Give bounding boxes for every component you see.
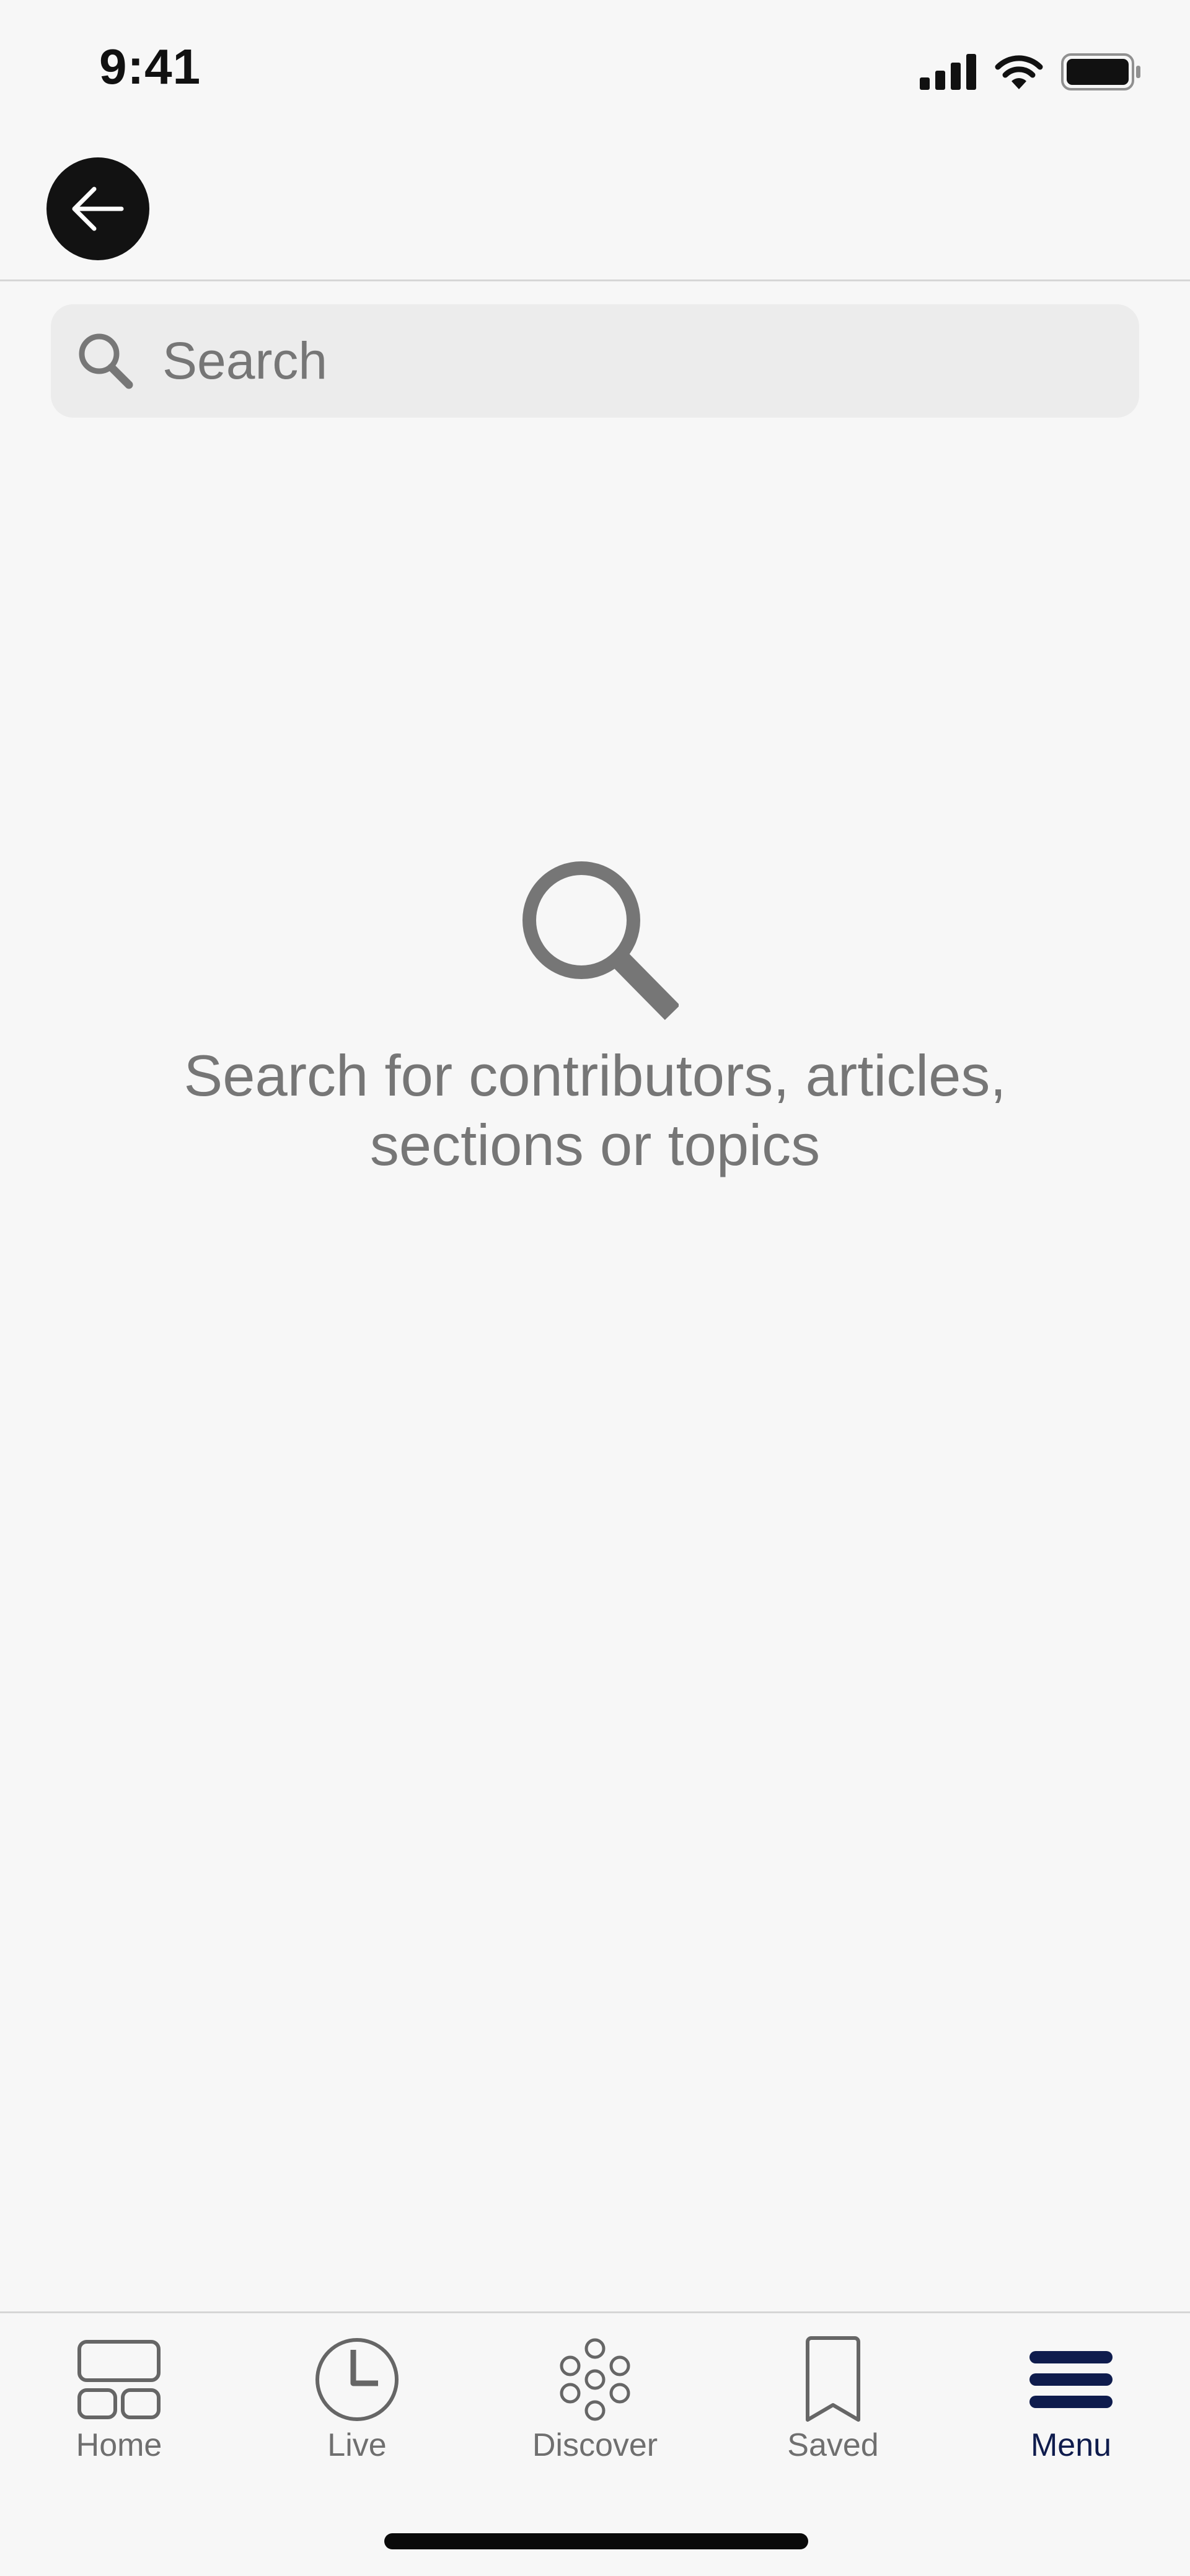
empty-state-line-2: sections or topics	[369, 1112, 821, 1177]
status-bar: 9:41	[0, 0, 1190, 130]
empty-state: Search for contributors, articles, secti…	[0, 855, 1190, 1180]
tab-label-live: Live	[327, 2427, 387, 2463]
empty-state-line-1: Search for contributors, articles,	[183, 1043, 1007, 1108]
bookmark-icon	[806, 2336, 860, 2422]
status-time: 9:41	[99, 39, 201, 94]
back-button[interactable]	[46, 157, 149, 260]
home-grid-icon	[77, 2340, 161, 2419]
tab-discover[interactable]: Discover	[476, 2313, 714, 2499]
menu-bars-icon	[1029, 2351, 1113, 2408]
cellular-signal-icon	[920, 54, 976, 90]
discover-dots-icon	[560, 2338, 630, 2421]
wifi-icon	[995, 55, 1043, 89]
tab-home[interactable]: Home	[0, 2313, 238, 2499]
tab-label-home: Home	[76, 2427, 162, 2463]
clock-icon	[315, 2338, 399, 2421]
battery-icon	[1061, 53, 1140, 90]
tab-saved[interactable]: Saved	[714, 2313, 952, 2499]
search-bar[interactable]	[51, 304, 1139, 418]
arrow-left-icon	[72, 187, 124, 231]
tab-live[interactable]: Live	[238, 2313, 476, 2499]
status-icons	[920, 53, 1142, 90]
magnifier-icon	[522, 861, 679, 1021]
tab-bar: Home Live Discover Saved Menu	[0, 2313, 1190, 2499]
tab-label-saved: Saved	[787, 2427, 879, 2463]
tab-menu[interactable]: Menu	[952, 2313, 1190, 2499]
home-indicator[interactable]	[384, 2533, 808, 2549]
search-input[interactable]	[161, 317, 1118, 405]
tab-label-discover: Discover	[532, 2427, 658, 2463]
header-divider	[0, 279, 1190, 281]
search-icon	[79, 333, 133, 389]
empty-state-message: Search for contributors, articles, secti…	[130, 1041, 1060, 1180]
tab-label-menu: Menu	[1030, 2427, 1112, 2463]
